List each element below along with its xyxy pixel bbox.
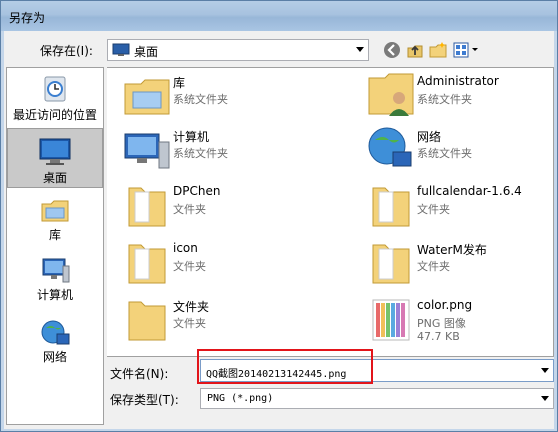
- back-icon[interactable]: [382, 40, 402, 60]
- title-bar[interactable]: 另存为: [1, 1, 557, 31]
- item-type: 文件夹: [173, 317, 206, 330]
- save-in-dropdown[interactable]: 桌面: [107, 39, 369, 61]
- item-name: 库: [173, 76, 186, 90]
- desktop-icon: [39, 138, 71, 165]
- item-type: 文件夹: [173, 260, 206, 273]
- filetype-value: PNG (*.png): [207, 393, 274, 404]
- folder-icon: [372, 244, 410, 284]
- list-item-libraries[interactable]: 库 系统文件夹: [113, 70, 333, 124]
- place-label: 计算机: [36, 288, 73, 302]
- library-folder-icon: [124, 79, 170, 115]
- place-label: 桌面: [42, 171, 67, 185]
- item-type: 系统文件夹: [417, 93, 472, 106]
- list-item-folder[interactable]: WaterM发布 文件夹: [357, 237, 557, 291]
- user-folder-icon: [368, 73, 414, 116]
- list-item-folder[interactable]: icon 文件夹: [113, 237, 333, 291]
- chevron-down-icon[interactable]: [356, 47, 364, 52]
- place-label: 最近访问的位置: [12, 108, 97, 122]
- computer-icon: [124, 133, 170, 169]
- list-item-administrator[interactable]: Administrator 系统文件夹: [357, 70, 557, 124]
- view-menu-icon[interactable]: [452, 40, 480, 60]
- filetype-dropdown[interactable]: PNG (*.png): [200, 388, 554, 409]
- chevron-down-icon[interactable]: [541, 368, 549, 373]
- item-type: 文件夹: [417, 260, 450, 273]
- save-in-value: 桌面: [134, 45, 159, 59]
- computer-icon: [42, 258, 70, 283]
- item-name: Administrator: [417, 74, 499, 88]
- folder-icon: [128, 187, 166, 227]
- folder-icon: [128, 301, 166, 341]
- chevron-down-icon[interactable]: [541, 396, 549, 401]
- item-type: 系统文件夹: [417, 147, 472, 160]
- folder-icon: [372, 187, 410, 227]
- item-type: 系统文件夹: [173, 147, 228, 160]
- item-name: color.png: [417, 298, 473, 312]
- libraries-icon: [41, 200, 69, 222]
- dialog-body: 保存在(I): 桌面 最近访问的位置 桌面 库 计算机 网络 库 系统文件夹 A…: [4, 31, 554, 429]
- list-item-computer[interactable]: 计算机 系统文件夹: [113, 124, 333, 178]
- place-recent-places[interactable]: 最近访问的位置: [7, 74, 103, 124]
- place-label: 库: [48, 228, 61, 242]
- recent-places-icon: [44, 76, 66, 102]
- list-item-folder[interactable]: 文件夹 文件夹: [113, 294, 333, 348]
- highlight-box: [197, 349, 373, 384]
- item-name: DPChen: [173, 184, 221, 198]
- list-item-png-file[interactable]: color.png PNG 图像 47.7 KB: [357, 294, 557, 354]
- place-libraries[interactable]: 库: [7, 196, 103, 246]
- item-type: 文件夹: [417, 203, 450, 216]
- item-name: 文件夹: [173, 300, 210, 314]
- place-network[interactable]: 网络: [7, 318, 103, 368]
- places-bar: 最近访问的位置 桌面 库 计算机 网络: [6, 67, 104, 425]
- new-folder-icon[interactable]: [428, 40, 448, 60]
- save-in-label: 保存在(I):: [40, 44, 93, 58]
- item-name: 网络: [417, 130, 442, 144]
- item-name: icon: [173, 241, 198, 255]
- png-image-icon: [372, 299, 410, 341]
- item-name: fullcalendar-1.6.4: [417, 184, 522, 198]
- list-item-folder[interactable]: fullcalendar-1.6.4 文件夹: [357, 180, 557, 234]
- item-size: 47.7 KB: [417, 330, 460, 343]
- item-type: 文件夹: [173, 203, 206, 216]
- file-list: 库 系统文件夹 Administrator 系统文件夹 计算机 系统文件夹 网络…: [107, 67, 554, 357]
- desktop-icon: [112, 43, 130, 56]
- filename-label: 文件名(N):: [110, 367, 169, 381]
- item-type: 系统文件夹: [173, 93, 228, 106]
- place-computer[interactable]: 计算机: [7, 256, 103, 306]
- list-item-network[interactable]: 网络 系统文件夹: [357, 124, 557, 178]
- window-title: 另存为: [9, 11, 46, 25]
- place-label: 网络: [42, 350, 67, 364]
- item-name: WaterM发布: [417, 243, 487, 257]
- item-name: 计算机: [173, 130, 210, 144]
- place-desktop[interactable]: 桌面: [7, 128, 103, 188]
- list-item-folder[interactable]: DPChen 文件夹: [113, 180, 333, 234]
- save-as-dialog: 另存为 保存在(I): 桌面 最近访问的位置 桌面 库 计算机 网络 库 系统文…: [0, 0, 558, 432]
- folder-icon: [128, 244, 166, 284]
- network-icon: [368, 127, 412, 167]
- network-icon: [41, 320, 70, 345]
- filetype-label: 保存类型(T):: [110, 393, 179, 407]
- item-type: PNG 图像: [417, 317, 466, 330]
- up-folder-icon[interactable]: [405, 40, 425, 60]
